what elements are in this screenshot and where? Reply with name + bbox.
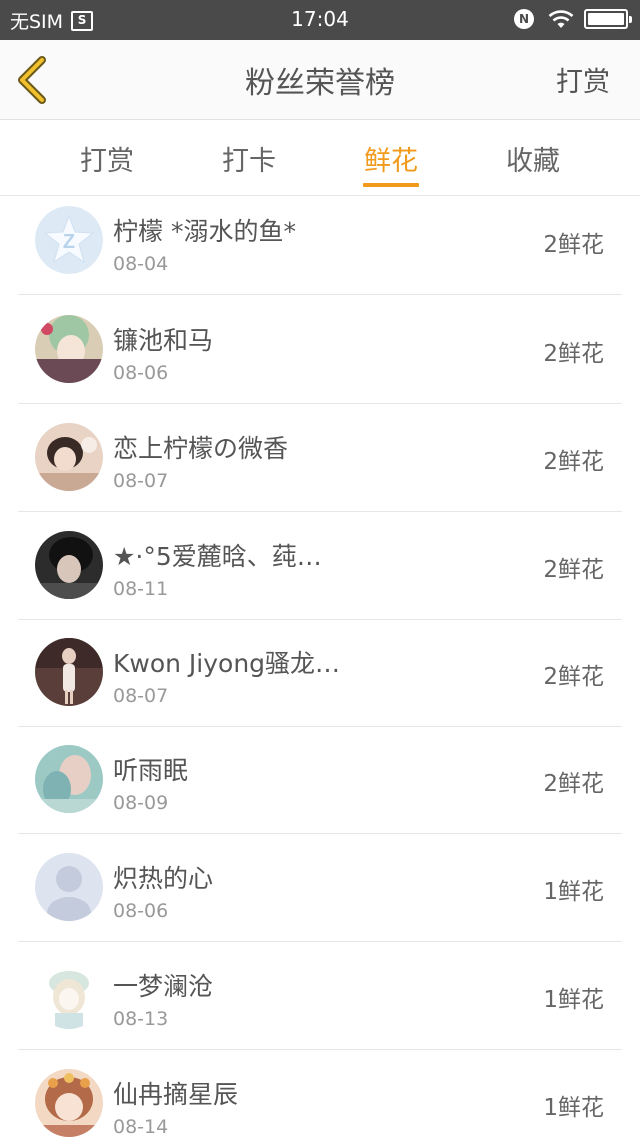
user-name: 镰池和马	[113, 326, 214, 355]
battery-icon	[584, 9, 632, 29]
flower-count: 2鲜花	[543, 232, 604, 258]
user-name: 恋上柠檬の微香	[113, 434, 289, 463]
fan-list: Z 柠檬 *溺水的鱼* 08-04 2鲜花 镰池和马 08-06 2鲜花 恋上柠…	[0, 197, 640, 1138]
flower-count: 2鲜花	[543, 771, 604, 797]
tab-bar: 打赏 打卡 鲜花 收藏	[0, 121, 640, 196]
svg-text:Z: Z	[63, 231, 75, 253]
user-name: 一梦澜沧	[113, 972, 214, 1001]
flower-count: 1鲜花	[543, 1095, 604, 1121]
user-name: 听雨眠	[113, 756, 189, 785]
avatar	[35, 315, 103, 383]
user-name: Kwon Jiyong骚龙…	[113, 649, 341, 678]
flower-count: 2鲜花	[543, 449, 604, 475]
user-name: 仙冉摘星辰	[113, 1080, 239, 1109]
date-label: 08-11	[113, 578, 169, 600]
status-bar: 无SIM S 17:04 N	[0, 0, 640, 40]
user-name: ★·°5爱麓晗、莼…	[113, 542, 322, 571]
avatar	[35, 638, 103, 706]
list-item[interactable]: 镰池和马 08-06 2鲜花	[18, 296, 622, 404]
avatar	[35, 853, 103, 921]
list-item[interactable]: ★·°5爱麓晗、莼… 08-11 2鲜花	[18, 512, 622, 620]
avatar	[35, 745, 103, 813]
wifi-icon	[548, 10, 574, 28]
flower-count: 2鲜花	[543, 557, 604, 583]
reward-button[interactable]: 打赏	[556, 60, 610, 99]
flower-count: 2鲜花	[543, 664, 604, 690]
tab-favorites[interactable]: 收藏	[473, 139, 593, 178]
page-title: 粉丝荣誉榜	[245, 66, 395, 101]
date-label: 08-06	[113, 900, 169, 922]
avatar	[35, 961, 103, 1029]
status-right: N	[514, 8, 632, 30]
flower-count: 1鲜花	[543, 879, 604, 905]
avatar: Z	[35, 206, 103, 274]
user-name: 柠檬 *溺水的鱼*	[113, 217, 296, 246]
flower-count: 2鲜花	[543, 341, 604, 367]
date-label: 08-09	[113, 792, 169, 814]
list-item[interactable]: Z 柠檬 *溺水的鱼* 08-04 2鲜花	[18, 197, 622, 295]
avatar	[35, 423, 103, 491]
list-item[interactable]: Kwon Jiyong骚龙… 08-07 2鲜花	[18, 619, 622, 727]
active-tab-indicator	[363, 183, 419, 187]
date-label: 08-04	[113, 253, 169, 275]
list-item[interactable]: 仙冉摘星辰 08-14 1鲜花	[18, 1050, 622, 1138]
tab-reward[interactable]: 打赏	[47, 139, 167, 178]
date-label: 08-07	[113, 685, 169, 707]
avatar	[35, 531, 103, 599]
nfc-icon: N	[514, 9, 534, 29]
list-item[interactable]: 一梦澜沧 08-13 1鲜花	[18, 942, 622, 1050]
nav-bar: 粉丝荣誉榜 打赏	[0, 40, 640, 120]
date-label: 08-14	[113, 1116, 169, 1138]
avatar	[35, 1069, 103, 1137]
tab-checkin[interactable]: 打卡	[189, 139, 309, 178]
date-label: 08-13	[113, 1008, 169, 1030]
list-item[interactable]: 恋上柠檬の微香 08-07 2鲜花	[18, 404, 622, 512]
list-item[interactable]: 炽热的心 08-06 1鲜花	[18, 834, 622, 942]
date-label: 08-06	[113, 362, 169, 384]
list-item[interactable]: 听雨眠 08-09 2鲜花	[18, 726, 622, 834]
date-label: 08-07	[113, 470, 169, 492]
flower-count: 1鲜花	[543, 987, 604, 1013]
tab-flowers[interactable]: 鲜花	[331, 139, 451, 178]
user-name: 炽热的心	[113, 864, 214, 893]
